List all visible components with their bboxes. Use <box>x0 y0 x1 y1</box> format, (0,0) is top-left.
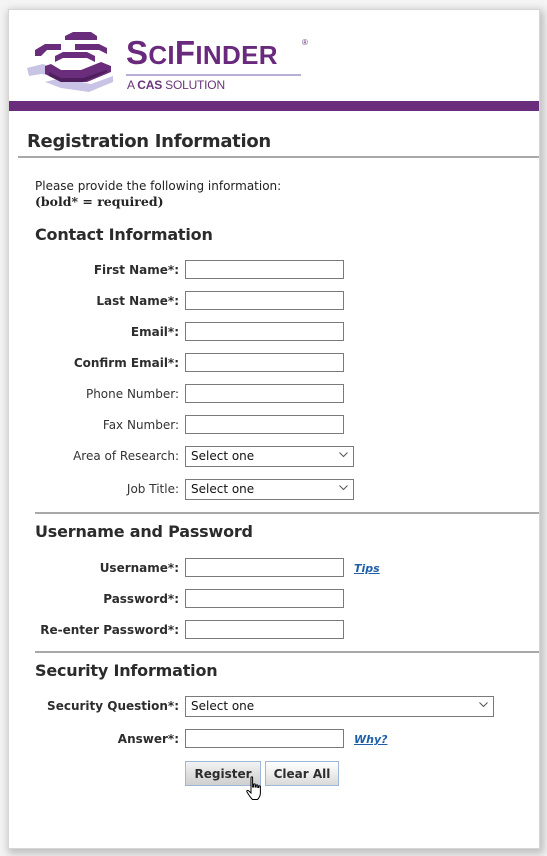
first-name-row: First Name*: <box>9 260 539 282</box>
hand-pointer-icon <box>246 776 261 800</box>
scifinder-logo[interactable]: SCIFINDER ® A CAS SOLUTION <box>21 24 311 100</box>
password-row: Password*: <box>9 589 539 611</box>
answer-input[interactable] <box>185 729 344 748</box>
registered-mark: ® <box>302 38 308 47</box>
reenter-password-input[interactable] <box>185 620 344 639</box>
email-input[interactable] <box>185 322 344 341</box>
page-title: Registration Information <box>27 131 271 152</box>
brand-tagline: A CAS SOLUTION <box>127 78 225 92</box>
job-title-row: Job Title: Select one <box>9 479 539 501</box>
phone-input[interactable] <box>185 384 344 403</box>
area-of-research-row: Area of Research: Select one <box>9 446 539 468</box>
username-input[interactable] <box>185 558 344 577</box>
logo-divider <box>126 74 301 76</box>
chevron-down-icon <box>339 485 348 491</box>
username-row: Username*: Tips <box>9 558 539 580</box>
email-row: Email*: <box>9 322 539 344</box>
fax-row: Fax Number: <box>9 415 539 437</box>
clear-all-button[interactable]: Clear All <box>265 761 339 786</box>
required-legend: (bold* = required) <box>35 194 164 209</box>
why-link[interactable]: Why? <box>354 733 388 746</box>
username-label: Username*: <box>99 561 179 575</box>
section-divider-account <box>35 512 539 514</box>
instructions-text: Please provide the following information… <box>35 179 282 193</box>
scifinder-logo-icon <box>27 32 113 92</box>
brand-wordmark: SCIFINDER <box>126 34 278 71</box>
area-of-research-value: Select one <box>191 449 255 463</box>
email-label: Email*: <box>130 325 179 339</box>
phone-row: Phone Number: <box>9 384 539 406</box>
phone-label: Phone Number: <box>85 387 179 401</box>
job-title-label: Job Title: <box>126 482 179 496</box>
username-tips-link[interactable]: Tips <box>354 562 380 575</box>
reenter-password-label: Re-enter Password*: <box>40 623 179 637</box>
confirm-email-input[interactable] <box>185 353 344 372</box>
last-name-input[interactable] <box>185 291 344 310</box>
job-title-value: Select one <box>191 482 255 496</box>
password-label: Password*: <box>103 592 179 606</box>
answer-label: Answer*: <box>117 732 179 746</box>
section-title-account: Username and Password <box>35 522 253 541</box>
registration-page: SCIFINDER ® A CAS SOLUTION Registration … <box>9 10 539 848</box>
reenter-password-row: Re-enter Password*: <box>9 620 539 642</box>
header-bar <box>9 101 539 111</box>
section-divider-security <box>35 651 539 653</box>
last-name-label: Last Name*: <box>96 294 179 308</box>
security-question-value: Select one <box>191 699 255 713</box>
security-question-select[interactable]: Select one <box>185 696 494 717</box>
first-name-label: First Name*: <box>93 263 179 277</box>
answer-row: Answer*: Why? <box>9 729 539 751</box>
chevron-down-icon <box>479 702 488 708</box>
section-title-security: Security Information <box>35 661 218 680</box>
area-of-research-label: Area of Research: <box>73 449 179 463</box>
last-name-row: Last Name*: <box>9 291 539 313</box>
confirm-email-row: Confirm Email*: <box>9 353 539 375</box>
area-of-research-select[interactable]: Select one <box>185 446 354 467</box>
security-question-label: Security Question*: <box>47 699 179 713</box>
password-input[interactable] <box>185 589 344 608</box>
title-divider <box>18 156 539 158</box>
security-question-row: Security Question*: Select one <box>9 696 539 718</box>
form-instructions: Please provide the following information… <box>35 179 281 209</box>
fax-label: Fax Number: <box>102 418 179 432</box>
fax-input[interactable] <box>185 415 344 434</box>
first-name-input[interactable] <box>185 260 344 279</box>
job-title-select[interactable]: Select one <box>185 479 354 500</box>
confirm-email-label: Confirm Email*: <box>73 356 179 370</box>
section-title-contact: Contact Information <box>35 225 213 244</box>
chevron-down-icon <box>339 452 348 458</box>
